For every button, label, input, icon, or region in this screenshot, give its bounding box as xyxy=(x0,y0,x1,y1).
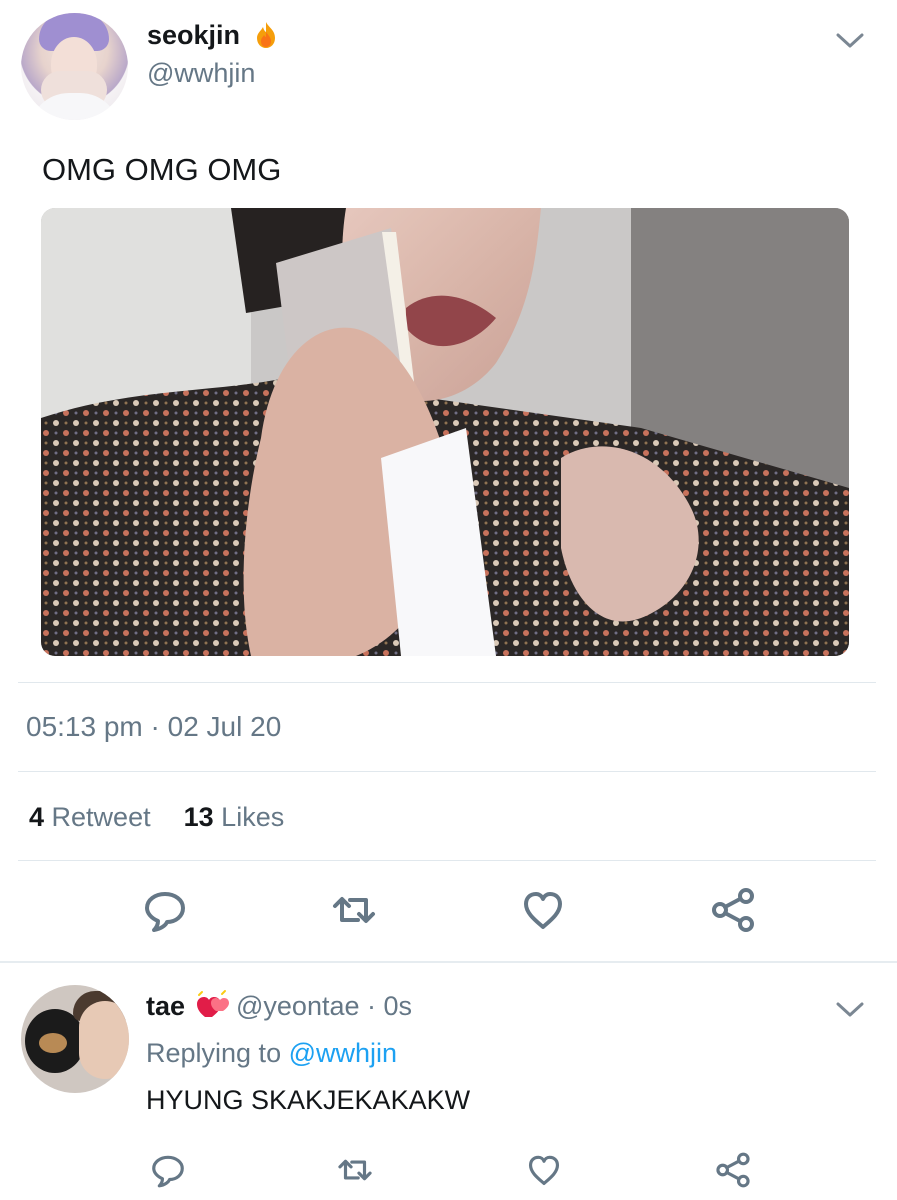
reply-text: HYUNG SKAKJEKAKAKW xyxy=(146,1085,471,1115)
retweet-icon[interactable] xyxy=(336,1151,374,1189)
likes-label[interactable]: Likes xyxy=(214,802,284,832)
replying-prefix: Replying to xyxy=(146,1038,289,1068)
reply-avatar[interactable] xyxy=(21,985,129,1093)
chevron-down-icon[interactable] xyxy=(836,1001,864,1019)
share-icon[interactable] xyxy=(709,886,757,934)
tweet-stats: 4 Retweet 13 Likes xyxy=(29,800,284,834)
media-image xyxy=(41,208,849,656)
author-avatar[interactable] xyxy=(21,13,128,120)
divider xyxy=(18,682,876,683)
reply-author-name[interactable]: tae xyxy=(146,990,185,1022)
author-name[interactable]: seokjin xyxy=(147,19,240,51)
retweet-icon[interactable] xyxy=(330,886,378,934)
reply-icon[interactable] xyxy=(141,886,189,934)
reply-handle-time[interactable]: @yeontae · 0s xyxy=(236,990,412,1022)
avatar-dog-face xyxy=(39,1033,67,1053)
avatar-person xyxy=(79,1001,129,1079)
heart-icon[interactable] xyxy=(525,1151,563,1189)
tweet-media[interactable] xyxy=(41,208,849,656)
two-hearts-icon xyxy=(195,989,229,1023)
fire-icon xyxy=(254,21,278,49)
reply-icon[interactable] xyxy=(149,1151,187,1189)
tweet-text: OMG OMG OMG xyxy=(42,152,282,187)
retweet-count[interactable]: 4 xyxy=(29,802,44,832)
chevron-down-icon[interactable] xyxy=(836,32,864,50)
author-handle[interactable]: @wwhjin xyxy=(147,57,255,89)
reply-mention-link[interactable]: @wwhjin xyxy=(289,1038,397,1068)
section-separator xyxy=(0,961,897,963)
retweet-label[interactable]: Retweet xyxy=(44,802,151,832)
likes-count[interactable]: 13 xyxy=(184,802,214,832)
replying-to: Replying to @wwhjin xyxy=(146,1037,397,1069)
heart-icon[interactable] xyxy=(519,886,567,934)
share-icon[interactable] xyxy=(714,1151,752,1189)
divider xyxy=(18,771,876,772)
divider xyxy=(18,860,876,861)
tweet-timestamp: 05:13 pm · 02 Jul 20 xyxy=(26,711,282,742)
